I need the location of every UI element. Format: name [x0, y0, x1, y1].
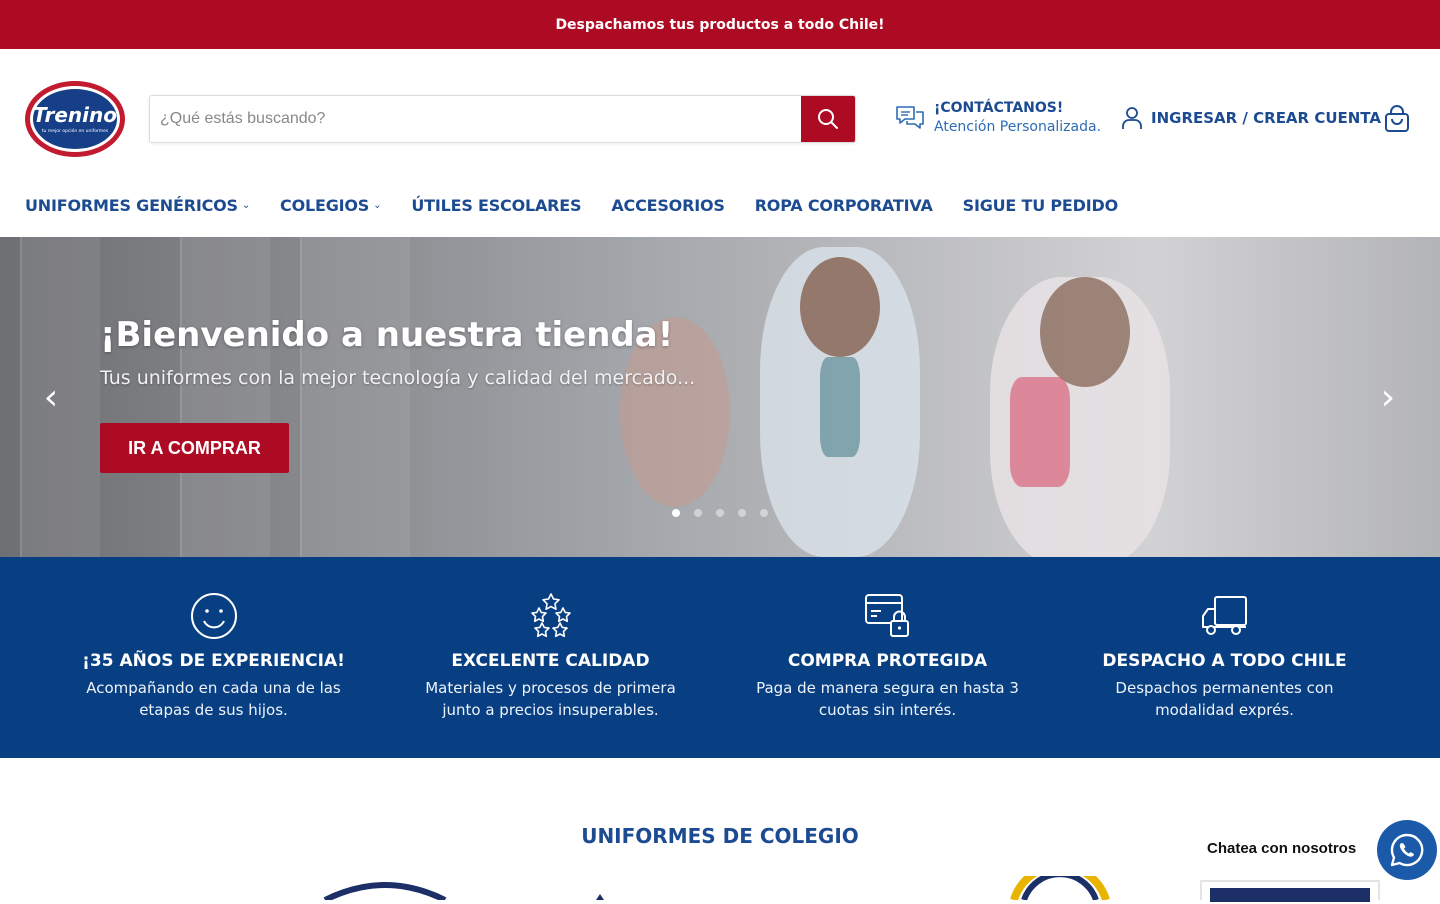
feature-text: Paga de manera segura en hasta 3 cuotas … [756, 679, 1019, 719]
trenino-logo[interactable]: Trenino tu mejor opción en uniformes [24, 80, 126, 158]
hero-slider: ‹ › ¡Bienvenido a nuestra tienda! Tus un… [0, 237, 1440, 557]
whatsapp-chat-button[interactable] [1377, 820, 1437, 880]
feature-text: Materiales y procesos de primera junto a… [425, 679, 676, 719]
feature-item: ¡35 AÑOS DE EXPERIENCIA! Acompañando en … [45, 557, 382, 758]
nav-utiles-escolares[interactable]: ÚTILES ESCOLARES [411, 196, 581, 215]
hero-background [180, 237, 270, 557]
feature-text: Acompañando en cada una de las etapas de… [86, 679, 341, 719]
school-logo-partial[interactable] [1010, 861, 1110, 902]
feature-item: EXCELENTE CALIDAD Materiales y procesos … [382, 557, 719, 758]
feature-title: DESPACHO A TODO CHILE [1102, 651, 1347, 671]
hero-background [300, 237, 410, 557]
hero-photo-child [800, 257, 880, 357]
search-bar [149, 95, 856, 143]
whatsapp-icon [1390, 833, 1424, 867]
hero-photo-child [1010, 377, 1070, 487]
nav-colegios[interactable]: COLEGIOS ⌄ [280, 196, 381, 215]
feature-title: COMPRA PROTEGIDA [787, 651, 988, 671]
site-header: Trenino tu mejor opción en uniformes ¡CO… [0, 49, 1440, 237]
chat-bubbles-icon [896, 106, 924, 129]
slider-dot[interactable] [694, 509, 702, 517]
hero-title: ¡Bienvenido a nuestra tienda! [100, 315, 674, 355]
hero-subtitle: Tus uniformes con la mejor tecnología y … [100, 367, 696, 389]
feature-text: Despachos permanentes con modalidad expr… [1115, 679, 1334, 719]
feature-item: DESPACHO A TODO CHILE Despachos permanen… [1056, 557, 1393, 758]
contact-link[interactable]: ¡CONTÁCTANOS! Atención Personalizada. [895, 99, 1101, 137]
nav-accesorios[interactable]: ACCESORIOS [611, 196, 725, 215]
slider-dots [672, 509, 768, 517]
main-nav: UNIFORMES GENÉRICOS ⌄ COLEGIOS ⌄ ÚTILES ES… [25, 196, 1148, 215]
search-input[interactable] [150, 96, 801, 142]
school-logo-partial[interactable] [590, 870, 610, 900]
account-link[interactable]: INGRESAR / CREAR CUENTA [1121, 106, 1381, 130]
svg-text:tu mejor opción en uniformes: tu mejor opción en uniformes [42, 127, 109, 134]
smiley-icon [190, 593, 237, 639]
user-icon [1122, 107, 1142, 129]
chevron-down-icon: ⌄ [241, 200, 251, 211]
nav-uniformes-genericos[interactable]: UNIFORMES GENÉRICOS ⌄ [25, 196, 250, 215]
announcement-bar: Despachamos tus productos a todo Chile! [0, 0, 1440, 49]
search-button[interactable] [801, 96, 855, 142]
hero-photo-child [1040, 277, 1130, 387]
slider-dot[interactable] [738, 509, 746, 517]
shop-now-button[interactable]: IR A COMPRAR [100, 423, 289, 473]
slider-next-arrow[interactable]: › [1373, 377, 1403, 418]
secure-card-icon [864, 594, 909, 637]
feature-title: ¡35 AÑOS DE EXPERIENCIA! [82, 651, 345, 671]
feature-title: EXCELENTE CALIDAD [451, 651, 650, 671]
slider-prev-arrow[interactable]: ‹ [36, 377, 66, 418]
delivery-truck-icon [1201, 596, 1247, 635]
slider-dot[interactable] [716, 509, 724, 517]
svg-text:Trenino: Trenino [33, 103, 117, 127]
search-icon [818, 109, 838, 129]
features-band: ¡35 AÑOS DE EXPERIENCIA! Acompañando en … [0, 557, 1440, 758]
account-label: INGRESAR / CREAR CUENTA [1151, 109, 1381, 127]
chevron-down-icon: ⌄ [373, 200, 382, 211]
cart-button[interactable] [1382, 105, 1412, 135]
chat-label[interactable]: Chatea con nosotros [1207, 840, 1356, 857]
school-logo-partial[interactable] [1200, 880, 1380, 902]
feature-item: COMPRA PROTEGIDA Paga de manera segura e… [719, 557, 1056, 758]
school-logo-partial[interactable] [320, 870, 450, 903]
announcement-text: Despachamos tus productos a todo Chile! [555, 16, 885, 33]
contact-title: ¡CONTÁCTANOS! [934, 100, 1064, 116]
contact-subtitle: Atención Personalizada. [934, 119, 1102, 135]
shopping-bag-icon [1385, 105, 1409, 132]
hero-photo-child [820, 357, 860, 457]
stars-icon [530, 593, 571, 638]
slider-dot[interactable] [760, 509, 768, 517]
nav-ropa-corporativa[interactable]: ROPA CORPORATIVA [755, 196, 933, 215]
slider-dot[interactable] [672, 509, 680, 517]
nav-sigue-tu-pedido[interactable]: SIGUE TU PEDIDO [963, 196, 1119, 215]
